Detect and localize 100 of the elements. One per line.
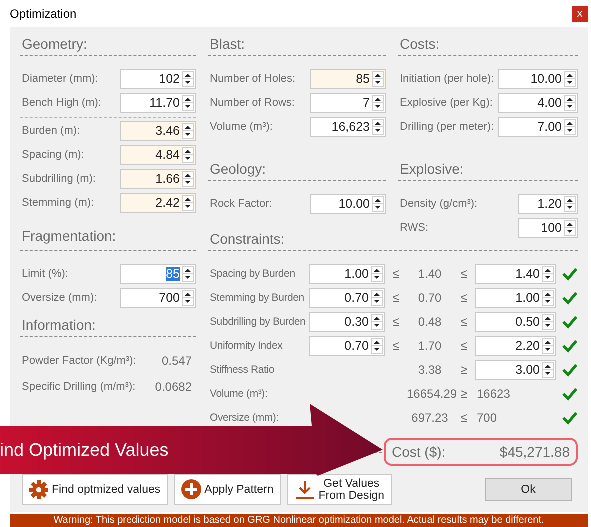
spin-arrows-icon[interactable] [542,362,554,378]
spin-arrows-icon[interactable] [182,266,194,282]
spin-arrows-icon[interactable] [182,123,194,139]
spin-arrows-icon[interactable] [182,290,194,306]
spin-arrows-icon[interactable] [371,338,383,354]
spin-arrows-icon[interactable] [542,266,554,282]
number-spinner[interactable]: 85 [310,69,386,89]
spin-arrows-icon[interactable] [371,314,383,330]
number-spinner[interactable]: 2.42 [120,193,196,213]
field-label: Number of Rows: [209,97,296,109]
number-spinner[interactable]: 100 [518,218,578,238]
spin-arrows-icon[interactable] [542,314,554,330]
spin-arrows-icon[interactable] [182,71,194,87]
cost-label: Cost ($): [392,444,446,460]
number-spinner[interactable]: 0.70 [309,336,385,356]
number-spinner[interactable]: 7 [310,93,386,113]
constraint-label: Stiffness Ratio [209,364,276,376]
close-button[interactable]: x [572,6,588,22]
number-spinner[interactable]: 1.40 [475,264,556,284]
section-heading: Fragmentation: [21,227,118,245]
gear-icon [29,480,49,500]
spin-arrows-icon[interactable] [371,266,383,282]
spin-arrows-icon[interactable] [372,119,384,135]
download-icon [294,478,316,500]
computed-value: 0.70 [417,291,443,305]
comparison-sign: ≤ [392,267,400,281]
info-value: 0.0682 [154,380,193,394]
number-spinner[interactable]: 4.84 [120,145,196,165]
spin-arrows-icon[interactable] [542,290,554,306]
cost-value: $45,271.88 [500,444,570,460]
constraint-label: Oversize (mm): [209,412,280,424]
import-button[interactable]: Get Values From Design [286,474,392,505]
target-value: 700 [476,411,498,425]
number-spinner[interactable]: 1.20 [518,194,578,214]
constraint-label: Subdrilling by Burden [209,316,307,328]
spin-arrows-icon[interactable] [182,95,194,111]
number-spinner[interactable]: 1.00 [309,264,385,284]
spin-arrows-icon[interactable] [564,95,576,111]
field-label: Oversize (mm): [21,292,98,304]
spin-arrows-icon[interactable] [182,195,194,211]
optimize-button[interactable]: Find optmized values [22,474,168,505]
spin-arrows-icon[interactable] [564,220,576,236]
plus-circle-icon [180,479,202,500]
spin-arrows-icon[interactable] [182,171,194,187]
number-spinner[interactable]: 4.00 [498,93,578,113]
section-heading: Blast: [209,35,246,53]
section-heading: Constraints: [209,230,286,248]
number-spinner[interactable]: 1.00 [475,288,556,308]
computed-value: 1.70 [417,339,443,353]
number-spinner[interactable]: 1.66 [120,169,196,189]
number-spinner[interactable]: 2.20 [475,336,556,356]
number-spinner[interactable]: 16,623 [310,117,386,137]
number-spinner[interactable]: 7.00 [498,117,578,137]
number-spinner[interactable]: 102 [120,69,196,89]
field-label: Number of Holes: [209,73,297,85]
window-title: Optimization [10,6,77,20]
computed-value: 697.23 [410,411,450,425]
number-spinner[interactable]: 11.70 [120,93,196,113]
field-label: Volume (m³): [209,121,274,133]
section-heading: Explosive: [399,160,465,178]
field-label: Limit (%): [21,268,70,280]
spin-arrows-icon[interactable] [564,71,576,87]
spin-arrows-icon[interactable] [564,196,576,212]
info-label: Powder Factor (Kg/m³): [21,355,138,367]
field-label: Initiation (per hole): [399,73,496,85]
section-heading: Costs: [399,35,441,53]
comparison-sign: ≤ [392,339,400,353]
number-spinner[interactable]: 3.00 [475,360,556,380]
comparison-sign: ≤ [460,315,468,329]
target-value: 16623 [476,387,512,401]
warning-banner: Warning: This prediction model is based on GRG Nonlinear optimization model. Actual results may be different. [10,514,588,527]
comparison-sign: ≤ [392,315,400,329]
spin-arrows-icon[interactable] [372,196,384,212]
spin-arrows-icon[interactable] [564,119,576,135]
spin-arrows-icon[interactable] [372,71,384,87]
number-spinner[interactable]: 85 [120,264,196,284]
apply-button[interactable]: Apply Pattern [174,474,281,505]
info-label: Specific Drilling (m/m³): [21,381,137,393]
number-spinner[interactable]: 0.70 [309,288,385,308]
constraint-label: Volume (m³): [209,388,269,400]
number-spinner[interactable]: 700 [120,288,196,308]
ok-button[interactable]: Ok [485,478,572,501]
spin-arrows-icon[interactable] [372,95,384,111]
spin-arrows-icon[interactable] [182,147,194,163]
number-spinner[interactable]: 0.30 [309,312,385,332]
spin-arrows-icon[interactable] [371,290,383,306]
spin-arrows-icon[interactable] [542,338,554,354]
number-spinner[interactable]: 0.50 [475,312,556,332]
field-label: Subdrilling (m): [21,173,97,185]
comparison-sign: ≤ [392,291,400,305]
comparison-sign: ≤ [460,411,468,425]
field-label: RWS: [399,222,430,234]
number-spinner[interactable]: 10.00 [498,69,578,89]
number-spinner[interactable]: 3.46 [120,121,196,141]
number-spinner[interactable]: 10.00 [310,194,386,214]
comparison-sign: ≤ [460,291,468,305]
computed-value: 0.48 [417,315,443,329]
info-value: 0.547 [160,354,193,368]
constraint-label: Stemming by Burden [209,292,306,304]
field-label: Diameter (mm): [21,73,100,85]
